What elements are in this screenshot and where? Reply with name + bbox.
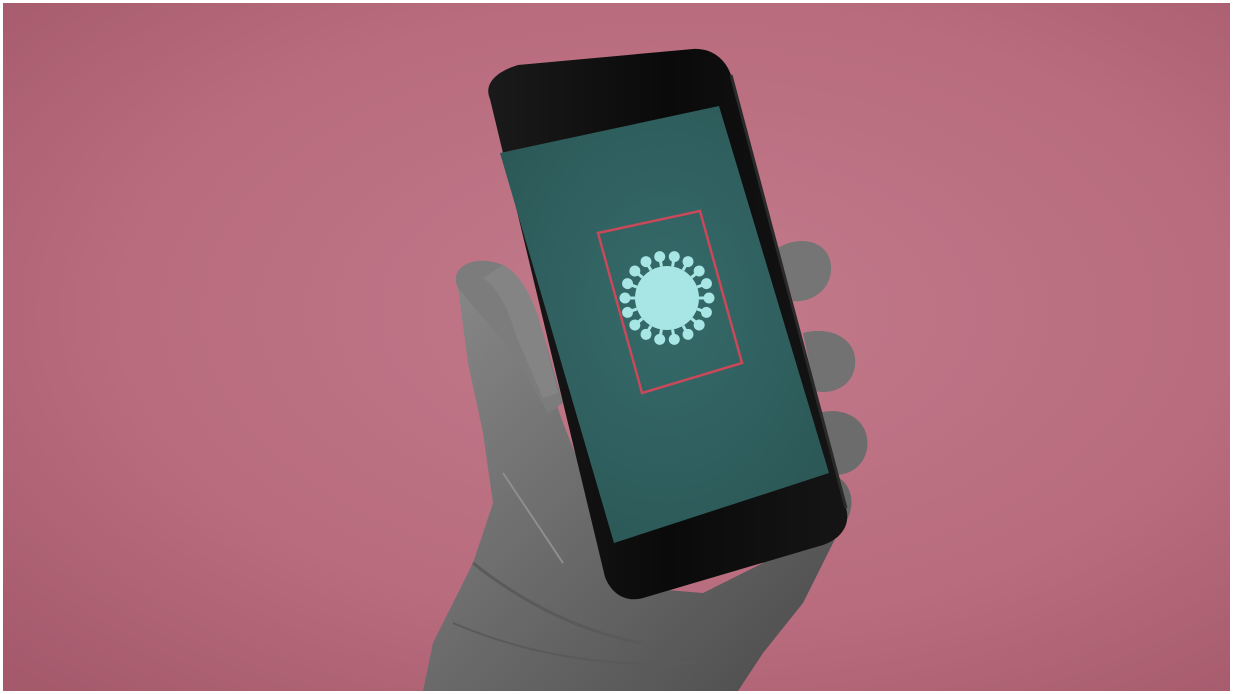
photo-scene bbox=[3, 3, 1230, 691]
photo-frame bbox=[3, 3, 1230, 691]
